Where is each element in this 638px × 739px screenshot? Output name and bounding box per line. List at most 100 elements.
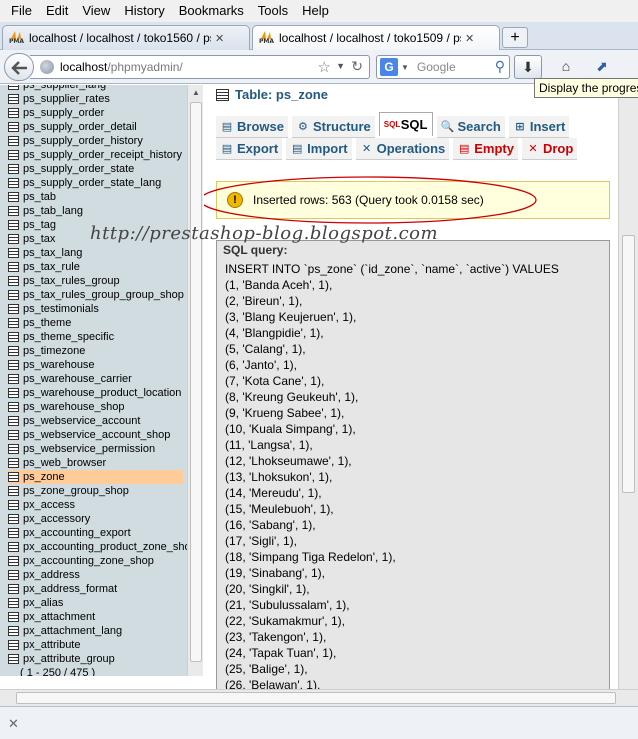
- table-list-item[interactable]: ps_webservice_account_shop: [8, 428, 187, 442]
- search-engine-dropdown-icon[interactable]: ▼: [401, 63, 409, 72]
- browser-tab-toko1560[interactable]: PMA localhost / localhost / toko1560 / p…: [2, 25, 250, 50]
- table-icon[interactable]: [8, 430, 19, 440]
- table-icon[interactable]: [8, 458, 19, 468]
- table-name[interactable]: ps_theme: [23, 316, 71, 330]
- tab-sql[interactable]: SQL SQL: [378, 112, 433, 136]
- menu-edit[interactable]: Edit: [39, 0, 75, 22]
- tab-browse[interactable]: ▤ Browse: [216, 116, 288, 138]
- table-list-item[interactable]: ps_web_browser: [8, 456, 187, 470]
- table-name[interactable]: ps_tax_rules_group_group_shop: [23, 288, 184, 302]
- table-name[interactable]: ps_warehouse_shop: [23, 400, 125, 414]
- table-list-item[interactable]: ps_warehouse: [8, 358, 187, 372]
- table-list-item[interactable]: px_accessory: [8, 512, 187, 526]
- table-name[interactable]: ps_supply_order_state: [23, 162, 134, 176]
- table-list-item[interactable]: ps_testimonials: [8, 302, 187, 316]
- tab-empty[interactable]: ▤ Empty: [453, 138, 518, 160]
- table-name[interactable]: px_accounting_product_zone_shop: [23, 540, 187, 554]
- downloads-button[interactable]: ⬇: [514, 55, 542, 79]
- scrollbar-thumb[interactable]: [16, 692, 616, 704]
- table-name[interactable]: ps_tab_lang: [23, 204, 83, 218]
- table-list-item[interactable]: px_access: [8, 498, 187, 512]
- addon-button[interactable]: ⬈: [588, 55, 616, 79]
- table-icon[interactable]: [8, 150, 19, 160]
- table-icon[interactable]: [8, 388, 19, 398]
- table-name[interactable]: ps_supplier_rates: [23, 92, 110, 106]
- magnifier-icon[interactable]: ⚲: [495, 58, 505, 75]
- tab-insert[interactable]: ⊞ Insert: [508, 116, 570, 138]
- table-name[interactable]: px_access: [23, 498, 75, 512]
- table-name[interactable]: px_accounting_export: [23, 526, 131, 540]
- table-icon[interactable]: [8, 248, 19, 258]
- scrollbar-thumb[interactable]: [622, 235, 635, 493]
- table-list-item[interactable]: ps_warehouse_product_location: [8, 386, 187, 400]
- table-name[interactable]: ps_webservice_account: [23, 414, 140, 428]
- main-pane-scrollbar[interactable]: ▲: [618, 85, 638, 690]
- table-name[interactable]: ps_tax: [23, 232, 55, 246]
- table-list-item[interactable]: ps_theme_specific: [8, 330, 187, 344]
- search-bar[interactable]: G ▼ Google ⚲: [376, 55, 510, 79]
- tab-import[interactable]: ▤ Import: [286, 138, 352, 160]
- reload-icon[interactable]: ↻: [351, 58, 363, 75]
- table-list-item[interactable]: px_alias: [8, 596, 187, 610]
- table-icon[interactable]: [8, 318, 19, 328]
- table-list-item[interactable]: ps_webservice_account: [8, 414, 187, 428]
- table-icon[interactable]: [8, 192, 19, 202]
- table-name[interactable]: px_address_format: [23, 582, 117, 596]
- table-icon[interactable]: [8, 612, 19, 622]
- table-icon[interactable]: [8, 528, 19, 538]
- table-icon[interactable]: [8, 220, 19, 230]
- table-list-item[interactable]: ps_warehouse_carrier: [8, 372, 187, 386]
- menu-help[interactable]: Help: [295, 0, 336, 22]
- home-button[interactable]: ⌂: [552, 55, 580, 79]
- tab-operations[interactable]: ✕ Operations: [355, 138, 450, 160]
- table-name[interactable]: px_address: [23, 568, 80, 582]
- table-name[interactable]: ps_supply_order: [23, 106, 104, 120]
- table-list-item[interactable]: ps_tab_lang: [8, 204, 187, 218]
- tab-export[interactable]: ▤ Export: [216, 138, 283, 160]
- table-name[interactable]: ps_warehouse_carrier: [23, 372, 132, 386]
- table-icon[interactable]: [8, 654, 19, 664]
- table-name[interactable]: ps_tax_lang: [23, 246, 82, 260]
- table-icon[interactable]: [8, 444, 19, 454]
- table-icon[interactable]: [8, 570, 19, 580]
- scroll-up-arrow-icon[interactable]: ▲: [188, 85, 204, 101]
- table-icon[interactable]: [8, 136, 19, 146]
- table-icon[interactable]: [8, 122, 19, 132]
- url-bar[interactable]: localhost/phpmyadmin/ ☆ ▼ ↻: [30, 55, 370, 79]
- table-list-item[interactable]: ps_webservice_permission: [8, 442, 187, 456]
- table-icon[interactable]: [8, 500, 19, 510]
- menu-view[interactable]: View: [75, 0, 117, 22]
- table-icon[interactable]: [8, 374, 19, 384]
- table-icon[interactable]: [8, 416, 19, 426]
- new-tab-button[interactable]: +: [502, 27, 528, 48]
- table-list-item[interactable]: ps_warehouse_shop: [8, 400, 187, 414]
- google-engine-icon[interactable]: G: [380, 58, 398, 76]
- addon-bar-close-icon[interactable]: ✕: [8, 716, 19, 732]
- table-name[interactable]: px_alias: [23, 596, 63, 610]
- table-icon[interactable]: [8, 402, 19, 412]
- table-list-item[interactable]: px_attribute_group: [8, 652, 187, 666]
- table-icon[interactable]: [8, 542, 19, 552]
- scrollbar-thumb[interactable]: [190, 102, 202, 662]
- table-list-item[interactable]: ps_supply_order_receipt_history: [8, 148, 187, 162]
- horizontal-scrollbar[interactable]: [0, 689, 638, 706]
- table-name[interactable]: ps_testimonials: [23, 302, 99, 316]
- table-name[interactable]: ps_webservice_account_shop: [23, 428, 170, 442]
- tab-search[interactable]: 🔍 Search: [436, 116, 505, 138]
- table-icon[interactable]: [8, 472, 19, 482]
- menu-history[interactable]: History: [117, 0, 171, 22]
- table-name[interactable]: ps_tab: [23, 190, 56, 204]
- table-list-item[interactable]: ps_tax_rules_group_group_shop: [8, 288, 187, 302]
- table-name[interactable]: ps_webservice_permission: [23, 442, 155, 456]
- breadcrumb[interactable]: Table: ps_zone: [216, 87, 328, 102]
- table-list-item[interactable]: px_accounting_product_zone_shop: [8, 540, 187, 554]
- table-list-item[interactable]: ps_tax_rules_group: [8, 274, 187, 288]
- table-list-item[interactable]: ps_tax_rule: [8, 260, 187, 274]
- table-list-item[interactable]: ps_zone_group_shop: [8, 484, 187, 498]
- browser-tab-toko1509[interactable]: PMA localhost / localhost / toko1509 / p…: [252, 25, 500, 50]
- table-icon[interactable]: [8, 640, 19, 650]
- table-name[interactable]: ps_supply_order_state_lang: [23, 176, 161, 190]
- table-list-item[interactable]: px_attachment: [8, 610, 187, 624]
- table-list-item[interactable]: px_accounting_export: [8, 526, 187, 540]
- table-name[interactable]: ps_supply_order_history: [23, 134, 143, 148]
